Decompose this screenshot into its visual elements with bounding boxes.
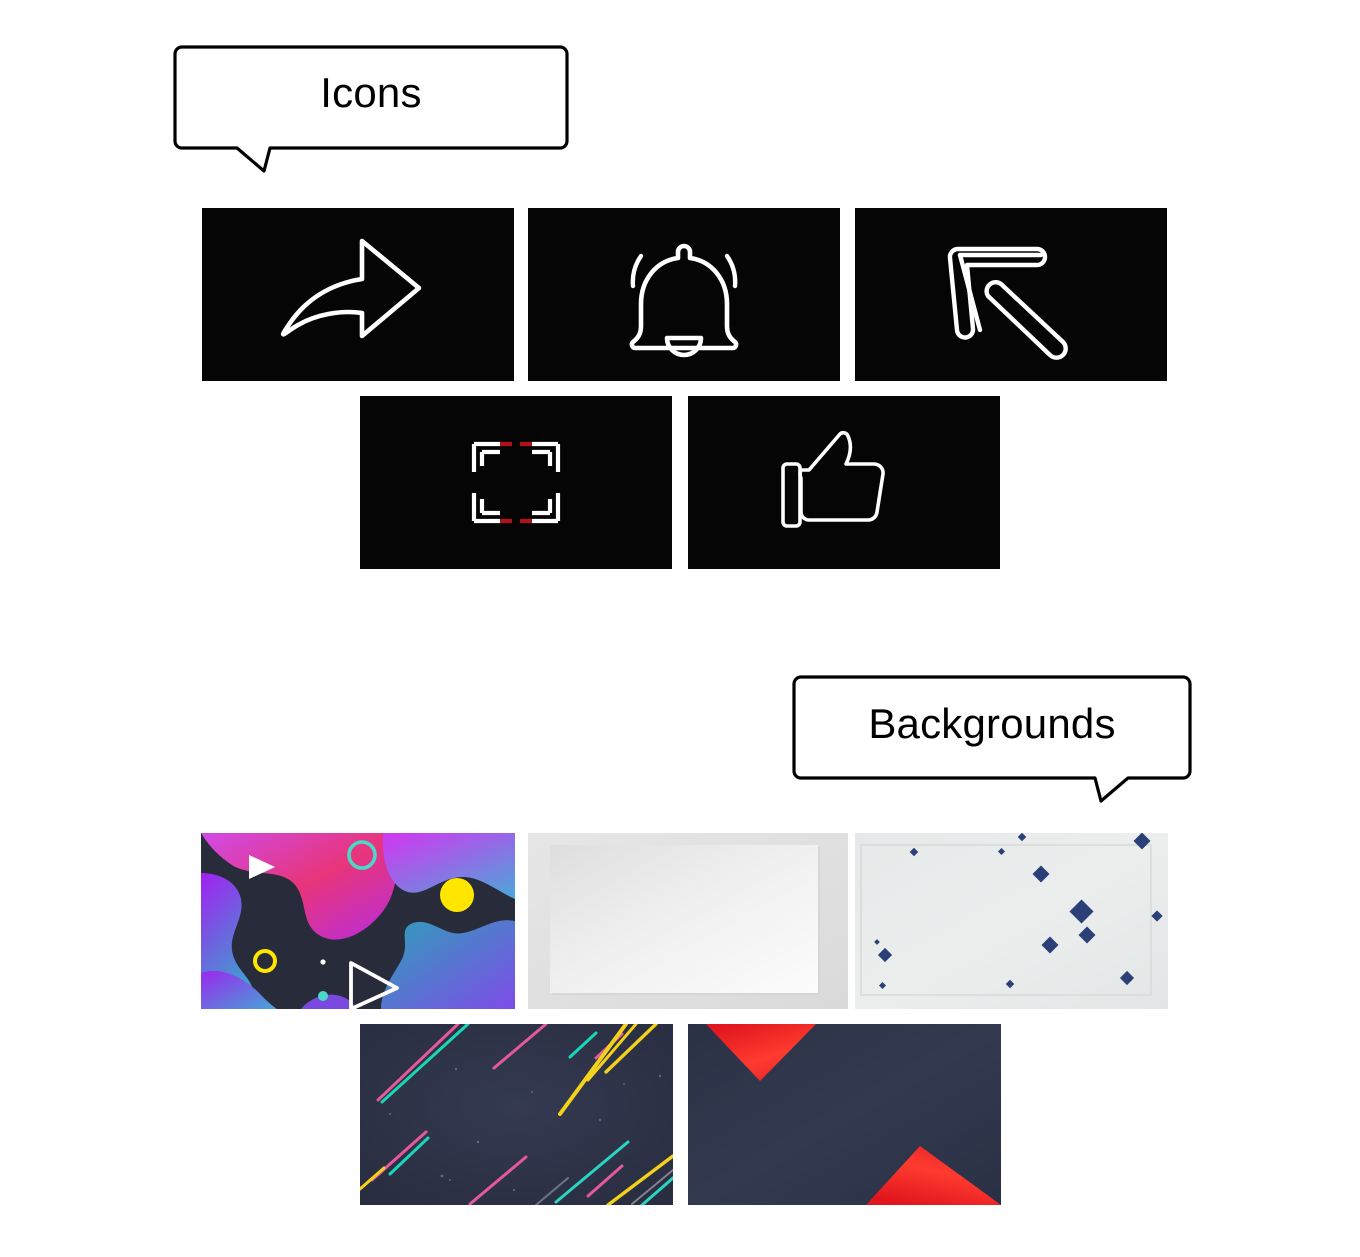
callout-icons: Icons (173, 45, 569, 173)
background-tile-diamonds[interactable] (855, 833, 1168, 1009)
background-tile-panel[interactable] (528, 833, 848, 1009)
callout-backgrounds: Backgrounds (792, 675, 1192, 803)
background-tile-blobs[interactable] (201, 833, 515, 1009)
callout-icons-bubble (173, 45, 569, 173)
background-tile-triangles[interactable] (688, 1024, 1001, 1205)
callout-backgrounds-bubble (792, 675, 1192, 803)
diamonds-pattern-graphic (855, 833, 1168, 1009)
neon-streaks-graphic (360, 1024, 673, 1205)
red-triangles-graphic (688, 1024, 1001, 1205)
background-tile-streaks[interactable] (360, 1024, 673, 1205)
icon-tile-share[interactable] (202, 208, 514, 381)
dot-teal (318, 991, 328, 1001)
share-arrow-icon (280, 238, 422, 339)
thumbs-up-icon (781, 430, 885, 528)
focus-frame-icon (471, 441, 561, 524)
icon-tile-thumbs-up[interactable] (688, 396, 1000, 569)
circle-yellow-solid (440, 878, 474, 912)
icon-tile-focus-frame[interactable] (360, 396, 672, 569)
arrow-up-left-icon (947, 246, 1068, 360)
abstract-blobs-graphic (201, 833, 515, 1009)
dot-white (320, 959, 326, 965)
notification-bell-icon (629, 243, 739, 358)
icon-tile-bell[interactable] (528, 208, 840, 381)
light-panel-graphic (528, 833, 848, 1009)
icon-tile-arrow-up-left[interactable] (855, 208, 1167, 381)
